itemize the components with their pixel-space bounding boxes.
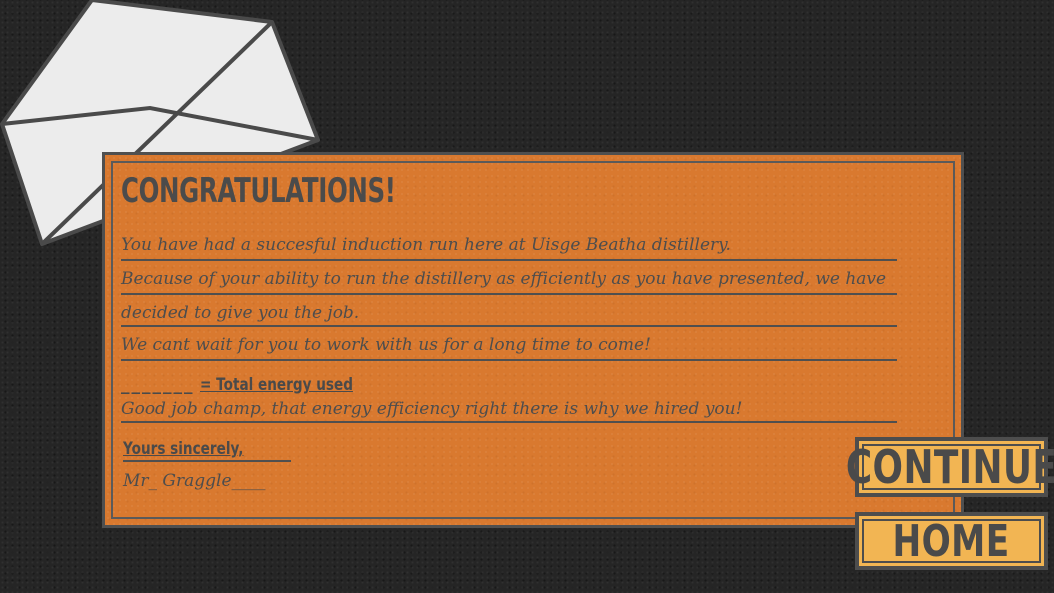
energy-row: _______ = Total energy used [121, 375, 392, 395]
letter-rule-2 [121, 293, 897, 295]
letter-rule-5 [121, 421, 897, 423]
continue-button[interactable]: CONTINUE [846, 437, 1054, 497]
letter-rule-1 [121, 259, 897, 261]
home-button-label: HOME [892, 515, 1011, 567]
closing-line: Good job champ, that energy efficiency r… [121, 399, 743, 419]
letter-rule-3 [121, 325, 897, 327]
continue-button-label: CONTINUE [845, 440, 1054, 494]
letter-rule-4 [121, 359, 897, 361]
letter-title: CONGRATULATIONS! [121, 171, 396, 211]
home-button[interactable]: HOME [855, 512, 1048, 570]
letter-card: CONGRATULATIONS! You have had a succesfu… [102, 152, 964, 528]
sign-off: Yours sincerely, [123, 439, 244, 459]
signature: Mr_ Graggle____ [123, 471, 266, 491]
sign-off-rule [123, 460, 291, 462]
energy-label: = Total energy used [200, 375, 354, 395]
letter-line-3: decided to give you the job. [121, 303, 360, 323]
energy-value-blank: _______ [121, 375, 195, 395]
letter-line-4: We cant wait for you to work with us for… [121, 335, 651, 355]
letter-line-1: You have had a succesful induction run h… [121, 235, 731, 255]
letter-line-2: Because of your ability to run the disti… [121, 269, 887, 289]
